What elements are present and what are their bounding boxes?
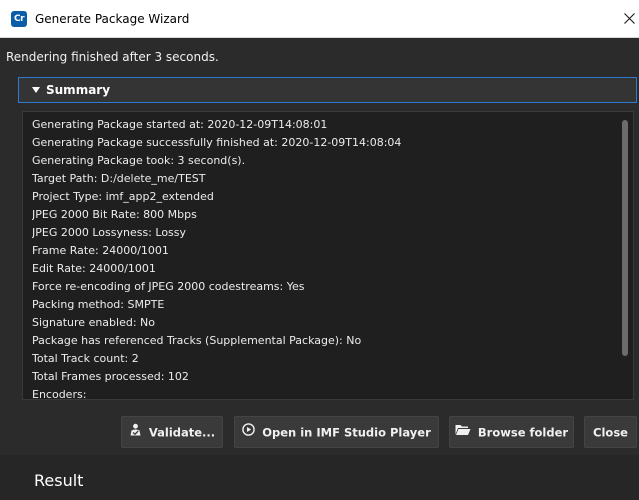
close-icon	[624, 13, 635, 24]
summary-log-textarea[interactable]: Generating Package started at: 2020-12-0…	[22, 111, 634, 400]
log-line: Generating Package successfully finished…	[32, 136, 402, 149]
close-button[interactable]: Close	[584, 416, 637, 448]
log-scrollbar-thumb[interactable]	[622, 120, 628, 356]
generate-package-wizard-window: Cr Generate Package Wizard Rendering fin…	[0, 0, 639, 500]
summary-section-header[interactable]: Summary	[18, 77, 637, 103]
summary-header-label: Summary	[46, 83, 111, 97]
folder-icon	[455, 417, 471, 447]
log-line: Total Frames processed: 102	[32, 370, 189, 383]
play-circle-icon	[242, 417, 256, 447]
log-line: Force re-encoding of JPEG 2000 codestrea…	[32, 280, 305, 293]
log-line: Signature enabled: No	[32, 316, 155, 329]
window-title: Generate Package Wizard	[35, 12, 190, 26]
result-label: Result	[34, 471, 84, 490]
title-bar[interactable]: Cr Generate Package Wizard	[0, 0, 639, 38]
summary-log-lines: Generating Package started at: 2020-12-0…	[32, 116, 617, 400]
caret-down-icon	[32, 87, 40, 93]
window-close-button[interactable]	[595, 0, 639, 37]
log-line: JPEG 2000 Lossyness: Lossy	[32, 226, 187, 239]
status-message: Rendering finished after 3 seconds.	[6, 50, 219, 64]
log-line: Package has referenced Tracks (Supplemen…	[32, 334, 362, 347]
validate-button-label: Validate...	[148, 425, 216, 440]
action-button-row: Validate... Open in IMF Studio Player Br…	[0, 410, 639, 450]
log-line: JPEG 2000 Bit Rate: 800 Mbps	[32, 208, 197, 221]
log-line: Target Path: D:/delete_me/TEST	[32, 172, 206, 185]
log-line: Project Type: imf_app2_extended	[32, 190, 214, 203]
close-button-label: Close	[593, 425, 628, 440]
browse-folder-button[interactable]: Browse folder	[449, 416, 574, 448]
open-in-player-button[interactable]: Open in IMF Studio Player	[234, 416, 439, 448]
log-line: Total Track count: 2	[32, 352, 139, 365]
log-line: Encoders:	[32, 388, 87, 400]
result-section: Result	[0, 455, 639, 500]
open-in-player-button-label: Open in IMF Studio Player	[262, 425, 431, 440]
log-line: Generating Package took: 3 second(s).	[32, 154, 246, 167]
log-line: Packing method: SMPTE	[32, 298, 165, 311]
validate-button[interactable]: Validate...	[121, 416, 223, 448]
log-line: Edit Rate: 24000/1001	[32, 262, 156, 275]
validate-icon	[129, 417, 142, 447]
log-line: Generating Package started at: 2020-12-0…	[32, 118, 328, 131]
app-icon: Cr	[11, 11, 27, 27]
browse-folder-button-label: Browse folder	[477, 425, 569, 440]
log-line: Frame Rate: 24000/1001	[32, 244, 169, 257]
